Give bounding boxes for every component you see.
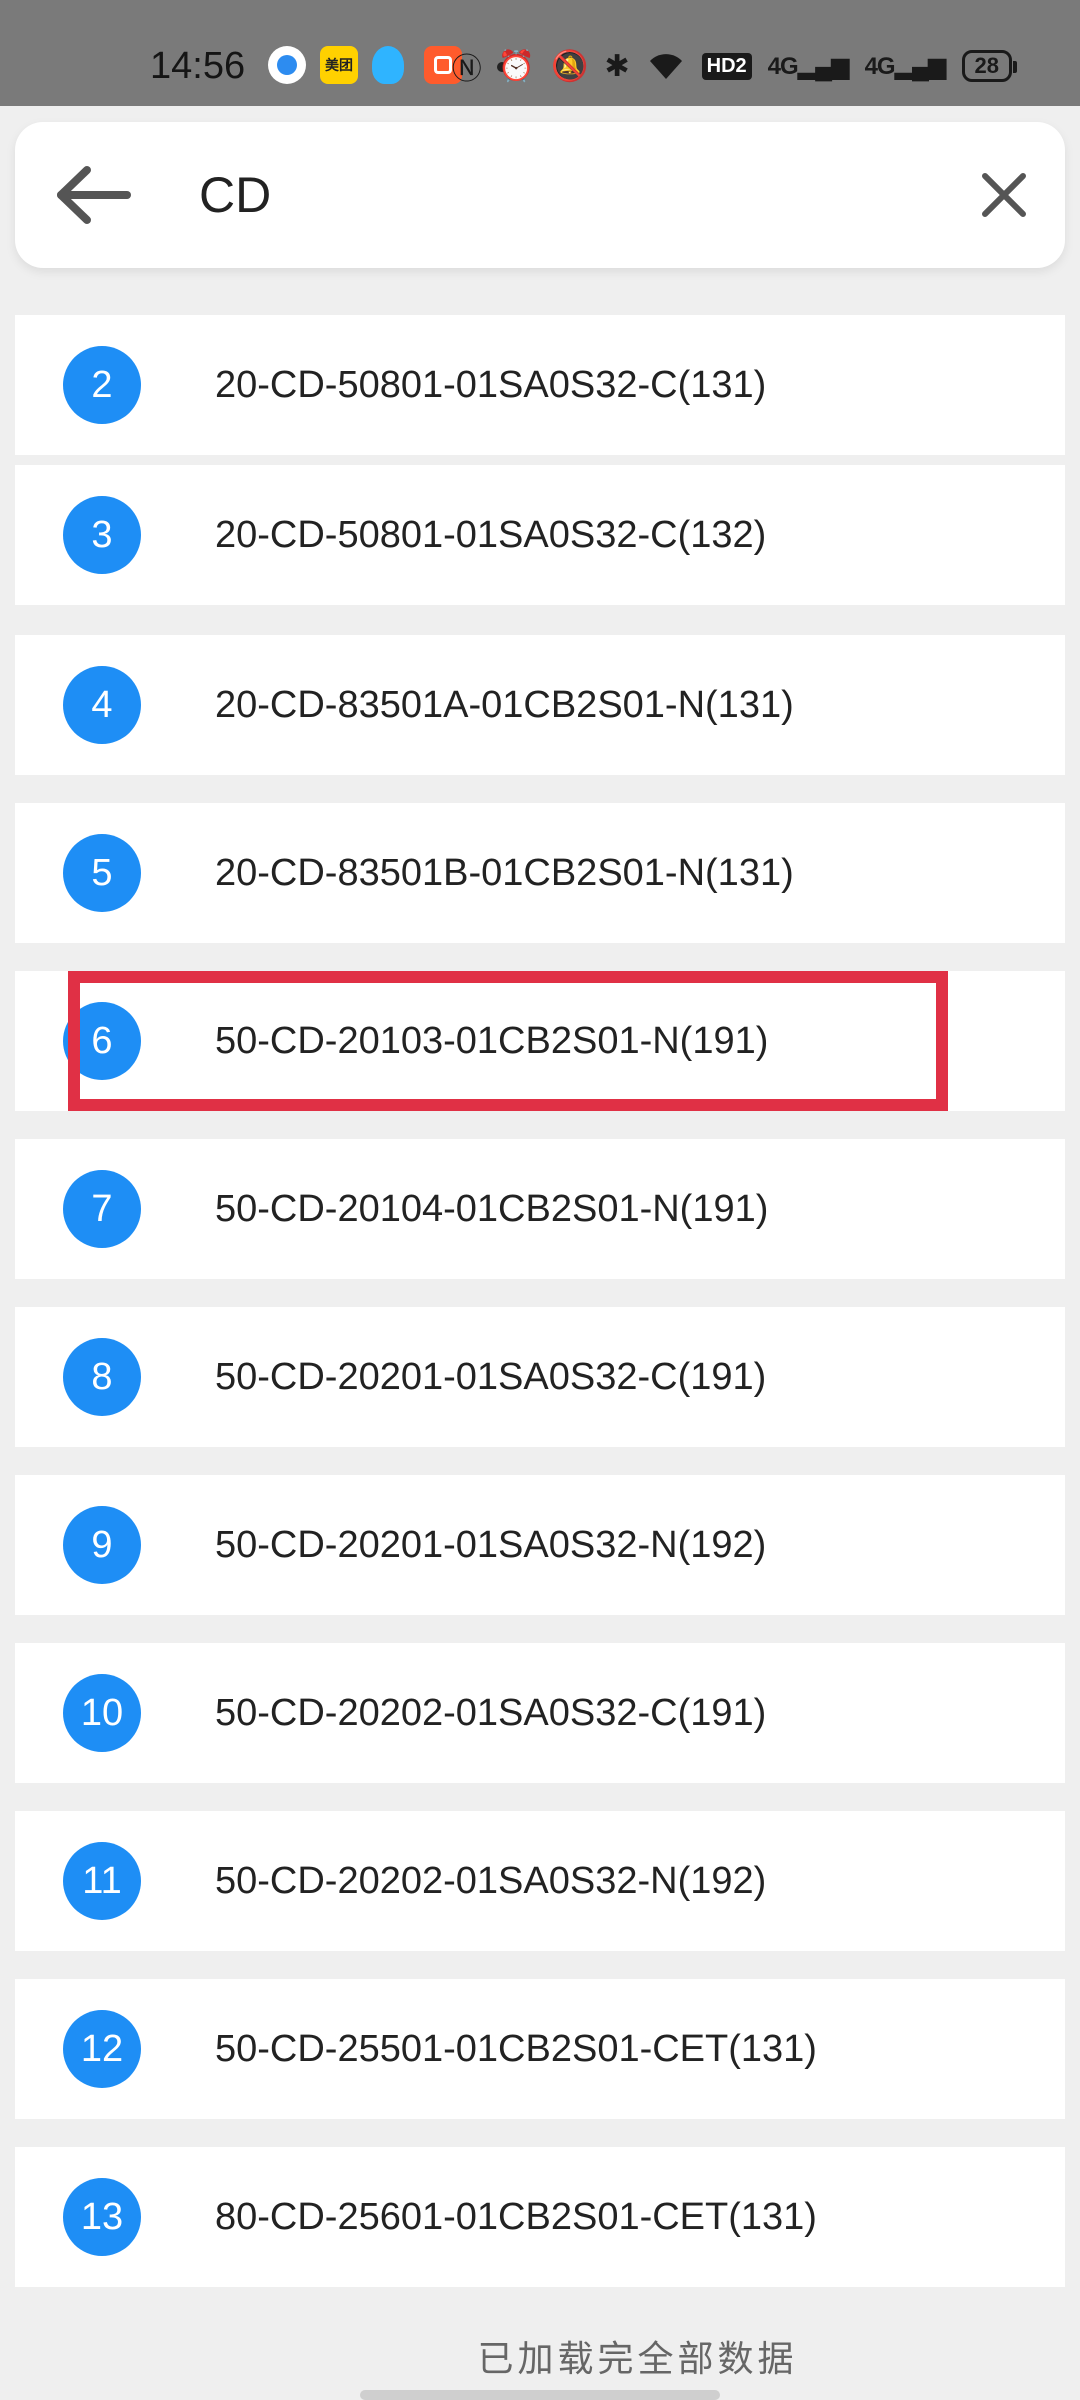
list-item[interactable]: 10 50-CD-20202-01SA0S32-C(191) bbox=[15, 1643, 1065, 1783]
list-item[interactable]: 8 50-CD-20201-01SA0S32-C(191) bbox=[15, 1307, 1065, 1447]
nfc-icon: Ⓝ bbox=[451, 53, 482, 86]
list-item[interactable]: 11 50-CD-20202-01SA0S32-N(192) bbox=[15, 1811, 1065, 1951]
item-code: 50-CD-20104-01CB2S01-N(191) bbox=[215, 1188, 769, 1230]
list-item[interactable]: 12 50-CD-25501-01CB2S01-CET(131) bbox=[15, 1979, 1065, 2119]
home-indicator[interactable] bbox=[360, 2390, 720, 2400]
list-item[interactable]: 3 20-CD-50801-01SA0S32-C(132) bbox=[15, 465, 1065, 605]
signal-icon-2: 4G▂▄▆ bbox=[864, 52, 947, 80]
back-arrow-icon[interactable] bbox=[51, 162, 135, 228]
item-code: 50-CD-20202-01SA0S32-N(192) bbox=[215, 1860, 767, 1902]
item-code: 20-CD-50801-01SA0S32-C(132) bbox=[215, 514, 767, 556]
item-index-badge: 2 bbox=[63, 346, 141, 424]
mute-icon: 🔕 bbox=[551, 49, 589, 83]
hd-icon: HD2 bbox=[701, 52, 752, 80]
list-item[interactable]: 4 20-CD-83501A-01CB2S01-N(131) bbox=[15, 635, 1065, 775]
item-code: 80-CD-25601-01CB2S01-CET(131) bbox=[215, 2196, 817, 2238]
search-bar bbox=[15, 122, 1065, 268]
item-index-badge: 12 bbox=[63, 2010, 141, 2088]
item-index-badge: 9 bbox=[63, 1506, 141, 1584]
wifi-icon bbox=[646, 51, 686, 81]
list-item[interactable]: 6 50-CD-20103-01CB2S01-N(191) bbox=[15, 971, 1065, 1111]
signal-icon-1: 4G▂▄▆ bbox=[767, 52, 850, 80]
item-code: 50-CD-20201-01SA0S32-N(192) bbox=[215, 1524, 767, 1566]
clear-icon[interactable] bbox=[971, 162, 1037, 228]
load-complete-text: 已加载完全部数据 bbox=[477, 2339, 798, 2380]
item-index-badge: 8 bbox=[63, 1338, 141, 1416]
item-index-badge: 13 bbox=[63, 2178, 141, 2256]
status-bar: 14:56 美团 Ⓝ ⏰ 🔕 ✱ HD2 4G▂▄▆ 4G▂▄▆ 28 bbox=[0, 0, 1080, 106]
list-item[interactable]: 13 80-CD-25601-01CB2S01-CET(131) bbox=[15, 2147, 1065, 2287]
item-code: 20-CD-83501B-01CB2S01-N(131) bbox=[215, 852, 794, 894]
item-index-badge: 4 bbox=[63, 666, 141, 744]
item-index-badge: 11 bbox=[63, 1842, 141, 1920]
item-code: 50-CD-25501-01CB2S01-CET(131) bbox=[215, 2028, 817, 2070]
list-item[interactable]: 5 20-CD-83501B-01CB2S01-N(131) bbox=[15, 803, 1065, 943]
battery-icon: 28 bbox=[961, 50, 1018, 82]
item-code: 50-CD-20202-01SA0S32-C(191) bbox=[215, 1692, 767, 1734]
qq-app-icon bbox=[372, 46, 404, 84]
search-input[interactable] bbox=[185, 152, 945, 238]
system-icons: Ⓝ ⏰ 🔕 ✱ HD2 4G▂▄▆ 4G▂▄▆ 28 bbox=[451, 44, 1018, 88]
item-index-badge: 7 bbox=[63, 1170, 141, 1248]
bluetooth-icon: ✱ bbox=[604, 49, 630, 83]
browser-app-icon bbox=[268, 46, 306, 84]
item-index-badge: 10 bbox=[63, 1674, 141, 1752]
list-item[interactable]: 2 20-CD-50801-01SA0S32-C(131) bbox=[15, 315, 1065, 455]
alarm-icon: ⏰ bbox=[497, 49, 536, 83]
item-index-badge: 3 bbox=[63, 496, 141, 574]
item-code: 50-CD-20103-01CB2S01-N(191) bbox=[215, 1020, 769, 1062]
list-item[interactable]: 7 50-CD-20104-01CB2S01-N(191) bbox=[15, 1139, 1065, 1279]
status-time: 14:56 bbox=[150, 45, 246, 87]
item-code: 50-CD-20201-01SA0S32-C(191) bbox=[215, 1356, 767, 1398]
item-code: 20-CD-83501A-01CB2S01-N(131) bbox=[215, 684, 794, 726]
item-index-badge: 6 bbox=[63, 1002, 141, 1080]
item-code: 20-CD-50801-01SA0S32-C(131) bbox=[215, 364, 767, 406]
meituan-app-icon: 美团 bbox=[320, 46, 358, 84]
list-item[interactable]: 9 50-CD-20201-01SA0S32-N(192) bbox=[15, 1475, 1065, 1615]
item-index-badge: 5 bbox=[63, 834, 141, 912]
